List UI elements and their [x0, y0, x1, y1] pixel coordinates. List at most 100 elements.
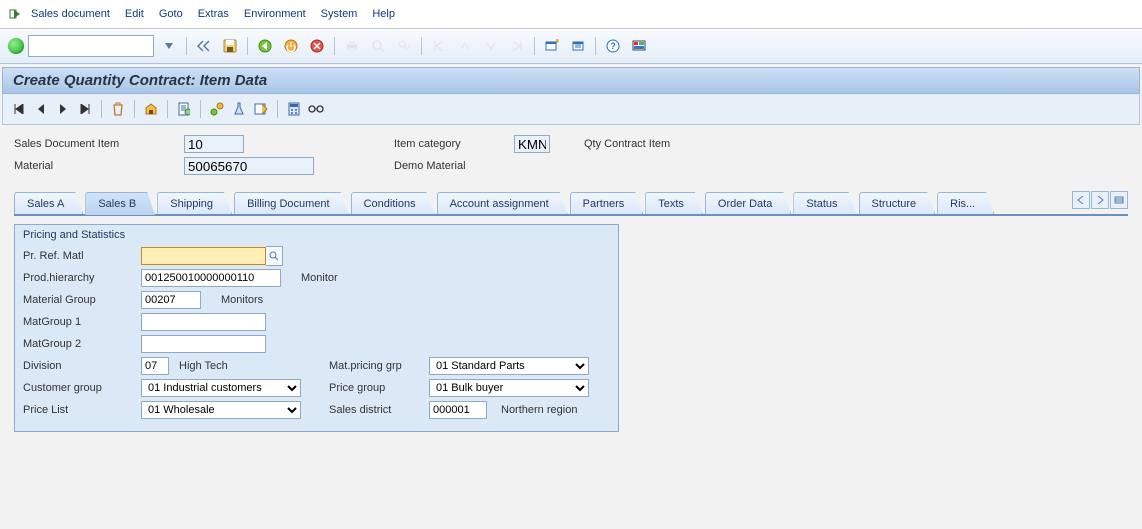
matgroup1-field[interactable]	[141, 313, 266, 331]
material-group-field[interactable]	[141, 291, 201, 309]
separator	[334, 37, 335, 55]
menu-system[interactable]: System	[315, 6, 364, 22]
separator	[186, 37, 187, 55]
body-area: Sales Document Item Item category Qty Co…	[0, 125, 1142, 442]
division-field[interactable]	[141, 357, 169, 375]
first-page-icon	[428, 35, 450, 57]
customize-layout-icon[interactable]	[628, 35, 650, 57]
separator	[534, 37, 535, 55]
customer-group-select[interactable]: 01 Industrial customers	[141, 379, 301, 397]
mat-pricing-grp-label: Mat.pricing grp	[329, 360, 429, 372]
menu-bar: Sales document Edit Goto Extras Environm…	[0, 0, 1142, 29]
glasses-icon[interactable]	[308, 101, 324, 117]
flask-icon[interactable]	[231, 101, 247, 117]
price-list-label: Price List	[23, 404, 141, 416]
pr-ref-matl-label: Pr. Ref. Matl	[23, 250, 141, 262]
separator	[167, 100, 168, 118]
cancel-icon[interactable]	[306, 35, 328, 57]
save-icon[interactable]	[219, 35, 241, 57]
sales-district-field[interactable]	[429, 401, 487, 419]
standard-toolbar: ?	[0, 29, 1142, 64]
generate-shortcut-icon[interactable]	[567, 35, 589, 57]
price-list-select[interactable]: 01 Wholesale	[141, 401, 301, 419]
tab-shipping[interactable]: Shipping	[157, 192, 232, 214]
menu-goto[interactable]: Goto	[153, 6, 189, 22]
sales-district-text: Northern region	[501, 404, 577, 416]
matgroup1-label: MatGroup 1	[23, 316, 141, 328]
pr-ref-matl-field[interactable]	[141, 247, 266, 265]
tab-list-icon[interactable]	[1110, 191, 1128, 209]
tab-nav	[1072, 191, 1128, 209]
tab-partners[interactable]: Partners	[570, 192, 644, 214]
price-group-select[interactable]: 01 Bulk buyer	[429, 379, 589, 397]
last-item-icon[interactable]	[77, 101, 93, 117]
find-next-icon	[393, 35, 415, 57]
material-label: Material	[14, 160, 184, 172]
tab-conditions[interactable]: Conditions	[351, 192, 435, 214]
menu-environment[interactable]: Environment	[238, 6, 312, 22]
prev-item-icon[interactable]	[33, 101, 49, 117]
tab-strip: Sales A Sales B Shipping Billing Documen…	[14, 191, 1128, 216]
tab-texts[interactable]: Texts	[645, 192, 703, 214]
dropdown-history-icon[interactable]	[158, 35, 180, 57]
tab-billing[interactable]: Billing Document	[234, 192, 349, 214]
first-item-icon[interactable]	[11, 101, 27, 117]
calculate-icon[interactable]	[286, 101, 302, 117]
tab-scroll-right-icon[interactable]	[1091, 191, 1109, 209]
pr-ref-matl-search-help-icon[interactable]	[266, 246, 283, 266]
prod-hierarchy-label: Prod.hierarchy	[23, 272, 141, 284]
customer-group-label: Customer group	[23, 382, 141, 394]
separator	[421, 37, 422, 55]
separator	[200, 100, 201, 118]
menu-sales-document[interactable]: Sales document	[25, 6, 116, 22]
tab-order-data[interactable]: Order Data	[705, 192, 791, 214]
display-doc-icon[interactable]	[176, 101, 192, 117]
separator	[277, 100, 278, 118]
tab-sales-b[interactable]: Sales B	[85, 192, 155, 215]
matgroup2-label: MatGroup 2	[23, 338, 141, 350]
tab-structure[interactable]: Structure	[859, 192, 936, 214]
menu-extras[interactable]: Extras	[192, 6, 235, 22]
status-ok-icon[interactable]	[8, 38, 24, 54]
configure-icon[interactable]	[143, 101, 159, 117]
tab-account-assignment[interactable]: Account assignment	[437, 192, 568, 214]
back-icon[interactable]	[254, 35, 276, 57]
back-double-icon[interactable]	[193, 35, 215, 57]
page-title: Create Quantity Contract: Item Data	[2, 67, 1140, 94]
separator	[101, 100, 102, 118]
application-toolbar	[2, 94, 1140, 125]
help-icon[interactable]: ?	[602, 35, 624, 57]
new-session-icon[interactable]	[541, 35, 563, 57]
material-field[interactable]	[184, 157, 314, 175]
material-group-label: Material Group	[23, 294, 141, 306]
menu-context-icon[interactable]	[8, 7, 22, 21]
tab-sales-a[interactable]: Sales A	[14, 192, 83, 214]
menu-edit[interactable]: Edit	[119, 6, 150, 22]
price-group-label: Price group	[329, 382, 429, 394]
tab-scroll-left-icon[interactable]	[1072, 191, 1090, 209]
division-text: High Tech	[179, 360, 329, 372]
sales-item-field[interactable]	[184, 135, 244, 153]
item-category-field[interactable]	[514, 135, 550, 153]
tab-overflow[interactable]: Ris...	[937, 192, 994, 214]
mat-pricing-grp-select[interactable]: 01 Standard Parts	[429, 357, 589, 375]
tab-status[interactable]: Status	[793, 192, 856, 214]
prod-hierarchy-field[interactable]	[141, 269, 281, 287]
prod-hierarchy-text: Monitor	[301, 272, 338, 284]
sales-item-label: Sales Document Item	[14, 138, 184, 150]
delete-item-icon[interactable]	[110, 101, 126, 117]
exit-icon[interactable]	[280, 35, 302, 57]
menu-help[interactable]: Help	[366, 6, 401, 22]
change-display-icon[interactable]	[253, 101, 269, 117]
sales-district-label: Sales district	[329, 404, 429, 416]
command-field[interactable]	[28, 35, 154, 57]
next-item-icon[interactable]	[55, 101, 71, 117]
page-up-icon	[454, 35, 476, 57]
matgroup2-field[interactable]	[141, 335, 266, 353]
find-icon	[367, 35, 389, 57]
item-category-text: Qty Contract Item	[584, 138, 784, 150]
page-down-icon	[480, 35, 502, 57]
division-label: Division	[23, 360, 141, 372]
svg-text:?: ?	[610, 41, 616, 51]
object-services-icon[interactable]	[209, 101, 225, 117]
